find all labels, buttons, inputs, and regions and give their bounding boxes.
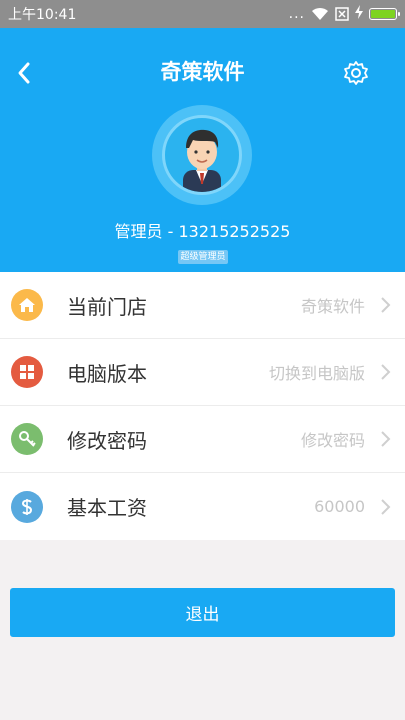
chevron-right-icon xyxy=(381,431,391,447)
status-time: 上午10:41 xyxy=(8,7,77,23)
menu-item-change-password[interactable]: 修改密码 修改密码 xyxy=(0,406,405,473)
battery-icon xyxy=(369,8,400,20)
menu-item-value: 60000 xyxy=(314,497,365,516)
status-bar: 上午10:41 ... xyxy=(0,0,405,28)
menu-item-label: 修改密码 xyxy=(67,428,147,453)
menu-item-label: 电脑版本 xyxy=(67,361,147,386)
charging-icon xyxy=(355,5,363,23)
menu-item-label: 基本工资 xyxy=(67,496,147,520)
wifi-icon xyxy=(311,7,329,21)
status-icons: ... xyxy=(288,5,400,23)
user-role-phone: 管理员 - 13215252525 xyxy=(114,222,291,241)
menu-item-label: 当前门店 xyxy=(67,294,147,319)
menu-item-value: 奇策软件 xyxy=(300,297,365,316)
profile-header: 奇策软件 管理员 - 13215252525 超级管理员 xyxy=(0,28,405,272)
menu-item-base-salary[interactable]: 基本工资 60000 xyxy=(0,473,405,540)
avatar[interactable] xyxy=(152,105,252,205)
role-badge: 超级管理员 xyxy=(178,250,228,264)
chevron-right-icon xyxy=(381,498,391,515)
more-dots-icon: ... xyxy=(288,6,305,22)
settings-gear-icon[interactable] xyxy=(343,60,369,86)
menu-item-value: 修改密码 xyxy=(300,431,365,450)
no-sim-icon xyxy=(335,7,349,21)
chevron-right-icon xyxy=(381,297,391,313)
menu-item-value: 切换到电脑版 xyxy=(268,364,365,383)
chevron-right-icon xyxy=(381,364,391,380)
menu-item-current-store[interactable]: 当前门店 奇策软件 xyxy=(0,272,405,339)
avatar-image xyxy=(162,115,242,195)
dollar-icon xyxy=(11,490,43,523)
home-icon xyxy=(11,289,43,321)
settings-menu: 当前门店 奇策软件 电脑版本 切换到电脑版 修改密码 修改密码 基本工资 600… xyxy=(0,272,405,540)
windows-icon xyxy=(11,356,43,388)
key-icon xyxy=(11,423,43,455)
logout-button[interactable]: 退出 xyxy=(10,588,395,637)
menu-item-pc-version[interactable]: 电脑版本 切换到电脑版 xyxy=(0,339,405,406)
